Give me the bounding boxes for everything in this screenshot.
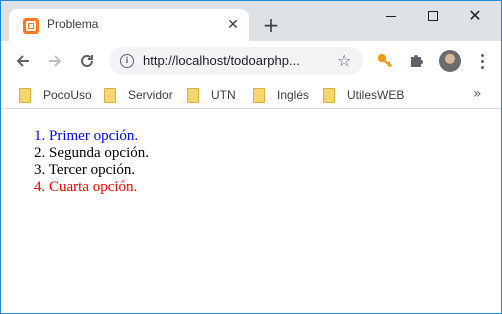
page-content: 1. Primer opción. 2. Segunda opción. 3. … [1, 110, 501, 313]
list-item-number: 3. [34, 162, 46, 178]
folder-icon [19, 87, 31, 103]
xampp-icon [23, 18, 39, 34]
list-item-text: Cuarta opción. [49, 179, 138, 195]
tab-title: Problema [47, 17, 99, 31]
toolbar: i http://localhost/todoarphp... ☆ [1, 41, 501, 81]
folder-icon [323, 87, 335, 103]
list-item-4: 4. Cuarta opción. [34, 179, 149, 196]
list-item-number: 2. [34, 145, 46, 161]
forward-arrow-icon [49, 55, 62, 67]
bookmarks-bar: PocoUso Servidor UTN Inglés UtilesWEB » [1, 81, 501, 109]
tab-strip: Problema ✕ + ✕ [1, 1, 501, 41]
more-vert-icon[interactable] [477, 51, 489, 71]
maximize-button[interactable] [421, 5, 445, 27]
star-icon[interactable]: ☆ [337, 51, 351, 70]
folder-icon [187, 87, 199, 103]
reload-button[interactable] [77, 51, 97, 71]
bookmark-servidor[interactable]: Servidor [104, 87, 173, 103]
bookmark-label: Servidor [128, 88, 173, 102]
url-text[interactable]: http://localhost/todoarphp... [143, 53, 323, 68]
window-close-button[interactable]: ✕ [463, 5, 487, 27]
info-icon[interactable]: i [120, 54, 134, 68]
address-bar[interactable]: i http://localhost/todoarphp... ☆ [109, 47, 363, 75]
bookmark-label: UtilesWEB [347, 88, 405, 102]
key-icon [378, 54, 393, 68]
avatar[interactable] [439, 50, 461, 72]
bookmark-ingles[interactable]: Inglés [253, 87, 309, 103]
forward-button[interactable] [45, 51, 65, 71]
bookmark-utilesweb[interactable]: UtilesWEB [323, 87, 404, 103]
tab-problema[interactable]: Problema ✕ [9, 9, 249, 41]
bookmark-utn[interactable]: UTN [187, 87, 236, 103]
list-item-number: 4. [34, 179, 46, 195]
list-item-1: 1. Primer opción. [34, 128, 149, 145]
list-item-text: Primer opción. [49, 128, 139, 144]
extensions-button[interactable] [407, 51, 427, 71]
bookmark-label: Inglés [277, 88, 310, 102]
ordered-list: 1. Primer opción. 2. Segunda opción. 3. … [34, 128, 149, 196]
list-item-3: 3. Tercer opción. [34, 162, 149, 179]
browser-window: Problema ✕ + ✕ i http://localhost/todoar… [0, 0, 502, 314]
reload-icon [81, 54, 93, 67]
list-item-text: Tercer opción. [48, 162, 136, 178]
list-item-2: 2. Segunda opción. [34, 145, 149, 162]
folder-icon [104, 87, 116, 103]
list-item-text: Segunda opción. [49, 145, 149, 161]
back-arrow-icon [16, 55, 29, 67]
bookmark-label: UTN [211, 88, 236, 102]
minimize-button[interactable] [379, 5, 403, 27]
close-icon[interactable]: ✕ [225, 17, 241, 33]
puzzle-icon [411, 55, 423, 67]
chevron-double-right-icon[interactable]: » [473, 86, 482, 102]
new-tab-button[interactable]: + [261, 15, 281, 35]
bookmark-pocouso[interactable]: PocoUso [19, 87, 92, 103]
back-button[interactable] [13, 51, 33, 71]
bookmark-label: PocoUso [43, 88, 92, 102]
folder-icon [253, 87, 265, 103]
key-extension-button[interactable] [375, 51, 395, 71]
list-item-number: 1. [34, 128, 46, 144]
